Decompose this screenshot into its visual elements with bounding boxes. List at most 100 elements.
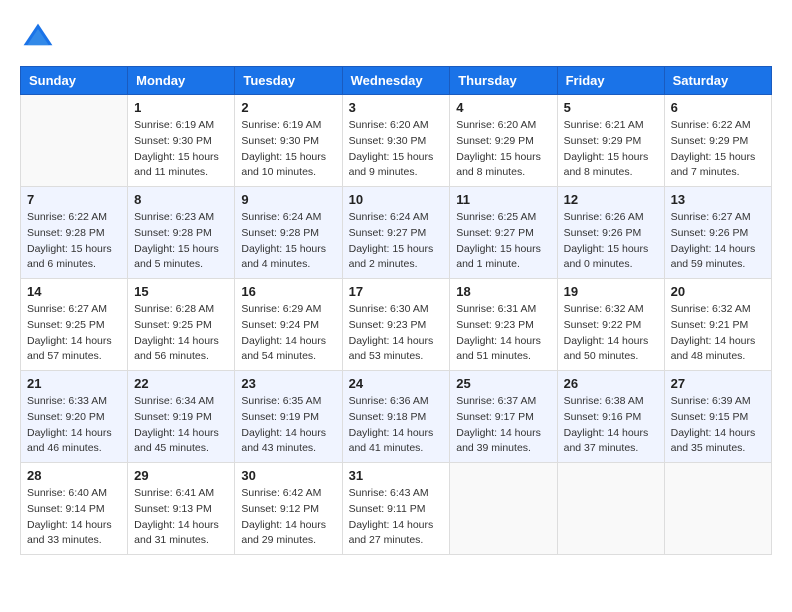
day-number: 12: [564, 192, 658, 207]
calendar-week-row: 1Sunrise: 6:19 AMSunset: 9:30 PMDaylight…: [21, 95, 772, 187]
calendar-cell: 9 Sunrise: 6:24 AMSunset: 9:28 PMDaylight…: [235, 187, 342, 279]
day-number: 14: [27, 284, 121, 299]
weekday-header: Friday: [557, 67, 664, 95]
calendar-cell: 24 Sunrise: 6:36 AMSunset: 9:18 PMDayligh…: [342, 371, 450, 463]
weekday-header: Monday: [128, 67, 235, 95]
day-info: Sunrise: 6:39 AMSunset: 9:15 PMDaylight:…: [671, 394, 765, 457]
calendar-cell: [557, 463, 664, 555]
calendar-cell: 26 Sunrise: 6:38 AMSunset: 9:16 PMDayligh…: [557, 371, 664, 463]
day-number: 8: [134, 192, 228, 207]
calendar-cell: 29Sunrise: 6:41 AMSunset: 9:13 PMDayligh…: [128, 463, 235, 555]
day-info: Sunrise: 6:24 AMSunset: 9:28 PMDaylight:…: [241, 210, 335, 273]
day-info: Sunrise: 6:20 AMSunset: 9:30 PMDaylight:…: [349, 118, 444, 181]
day-info: Sunrise: 6:27 AMSunset: 9:26 PMDaylight:…: [671, 210, 765, 273]
weekday-header: Sunday: [21, 67, 128, 95]
calendar-cell: 6 Sunrise: 6:22 AMSunset: 9:29 PMDaylight…: [664, 95, 771, 187]
calendar-cell: 16 Sunrise: 6:29 AMSunset: 9:24 PMDayligh…: [235, 279, 342, 371]
calendar-cell: 23Sunrise: 6:35 AMSunset: 9:19 PMDayligh…: [235, 371, 342, 463]
day-info: Sunrise: 6:20 AMSunset: 9:29 PMDaylight:…: [456, 118, 550, 181]
calendar-week-row: 14Sunrise: 6:27 AMSunset: 9:25 PMDayligh…: [21, 279, 772, 371]
day-number: 27: [671, 376, 765, 391]
calendar-cell: 2 Sunrise: 6:19 AMSunset: 9:30 PMDaylight…: [235, 95, 342, 187]
day-number: 25: [456, 376, 550, 391]
day-info: Sunrise: 6:34 AMSunset: 9:19 PMDaylight:…: [134, 394, 228, 457]
day-info: Sunrise: 6:38 AMSunset: 9:16 PMDaylight:…: [564, 394, 658, 457]
day-number: 20: [671, 284, 765, 299]
day-info: Sunrise: 6:23 AMSunset: 9:28 PMDaylight:…: [134, 210, 228, 273]
calendar-cell: 17 Sunrise: 6:30 AMSunset: 9:23 PMDayligh…: [342, 279, 450, 371]
calendar-cell: 8 Sunrise: 6:23 AMSunset: 9:28 PMDaylight…: [128, 187, 235, 279]
day-info: Sunrise: 6:22 AMSunset: 9:29 PMDaylight:…: [671, 118, 765, 181]
page-header: [20, 20, 772, 56]
calendar-cell: 25 Sunrise: 6:37 AMSunset: 9:17 PMDayligh…: [450, 371, 557, 463]
day-info: Sunrise: 6:40 AMSunset: 9:14 PMDaylight:…: [27, 486, 121, 549]
day-info: Sunrise: 6:22 AMSunset: 9:28 PMDaylight:…: [27, 210, 121, 273]
calendar-cell: 12 Sunrise: 6:26 AMSunset: 9:26 PMDayligh…: [557, 187, 664, 279]
calendar-cell: 14Sunrise: 6:27 AMSunset: 9:25 PMDayligh…: [21, 279, 128, 371]
day-info: Sunrise: 6:28 AMSunset: 9:25 PMDaylight:…: [134, 302, 228, 365]
day-number: 28: [27, 468, 121, 483]
calendar-header-row: SundayMondayTuesdayWednesdayThursdayFrid…: [21, 67, 772, 95]
calendar-cell: [21, 95, 128, 187]
calendar-week-row: 7 Sunrise: 6:22 AMSunset: 9:28 PMDaylight…: [21, 187, 772, 279]
weekday-header: Wednesday: [342, 67, 450, 95]
day-number: 3: [349, 100, 444, 115]
calendar-cell: 11 Sunrise: 6:25 AMSunset: 9:27 PMDayligh…: [450, 187, 557, 279]
calendar-cell: 22Sunrise: 6:34 AMSunset: 9:19 PMDayligh…: [128, 371, 235, 463]
calendar-cell: [664, 463, 771, 555]
day-number: 29: [134, 468, 228, 483]
day-info: Sunrise: 6:30 AMSunset: 9:23 PMDaylight:…: [349, 302, 444, 365]
calendar-cell: 10Sunrise: 6:24 AMSunset: 9:27 PMDayligh…: [342, 187, 450, 279]
calendar-cell: 28 Sunrise: 6:40 AMSunset: 9:14 PMDayligh…: [21, 463, 128, 555]
calendar-cell: 19 Sunrise: 6:32 AMSunset: 9:22 PMDayligh…: [557, 279, 664, 371]
day-info: Sunrise: 6:26 AMSunset: 9:26 PMDaylight:…: [564, 210, 658, 273]
day-number: 2: [241, 100, 335, 115]
day-number: 6: [671, 100, 765, 115]
day-number: 9: [241, 192, 335, 207]
day-info: Sunrise: 6:19 AMSunset: 9:30 PMDaylight:…: [241, 118, 335, 181]
calendar-cell: 4 Sunrise: 6:20 AMSunset: 9:29 PMDaylight…: [450, 95, 557, 187]
day-number: 19: [564, 284, 658, 299]
day-number: 13: [671, 192, 765, 207]
day-number: 17: [349, 284, 444, 299]
day-info: Sunrise: 6:33 AMSunset: 9:20 PMDaylight:…: [27, 394, 121, 457]
day-number: 16: [241, 284, 335, 299]
day-number: 31: [349, 468, 444, 483]
day-number: 23: [241, 376, 335, 391]
day-number: 15: [134, 284, 228, 299]
logo-icon: [20, 20, 56, 56]
calendar-cell: 3 Sunrise: 6:20 AMSunset: 9:30 PMDaylight…: [342, 95, 450, 187]
day-number: 24: [349, 376, 444, 391]
calendar-cell: 18Sunrise: 6:31 AMSunset: 9:23 PMDayligh…: [450, 279, 557, 371]
day-info: Sunrise: 6:24 AMSunset: 9:27 PMDaylight:…: [349, 210, 444, 273]
day-info: Sunrise: 6:19 AMSunset: 9:30 PMDaylight:…: [134, 118, 228, 181]
day-info: Sunrise: 6:36 AMSunset: 9:18 PMDaylight:…: [349, 394, 444, 457]
day-info: Sunrise: 6:37 AMSunset: 9:17 PMDaylight:…: [456, 394, 550, 457]
day-info: Sunrise: 6:43 AMSunset: 9:11 PMDaylight:…: [349, 486, 444, 549]
day-info: Sunrise: 6:25 AMSunset: 9:27 PMDaylight:…: [456, 210, 550, 273]
day-number: 7: [27, 192, 121, 207]
weekday-header: Saturday: [664, 67, 771, 95]
calendar-cell: 31 Sunrise: 6:43 AMSunset: 9:11 PMDayligh…: [342, 463, 450, 555]
calendar-cell: 13 Sunrise: 6:27 AMSunset: 9:26 PMDayligh…: [664, 187, 771, 279]
calendar-cell: 27 Sunrise: 6:39 AMSunset: 9:15 PMDayligh…: [664, 371, 771, 463]
calendar-cell: 20Sunrise: 6:32 AMSunset: 9:21 PMDayligh…: [664, 279, 771, 371]
calendar-cell: 7 Sunrise: 6:22 AMSunset: 9:28 PMDaylight…: [21, 187, 128, 279]
calendar-cell: 15 Sunrise: 6:28 AMSunset: 9:25 PMDayligh…: [128, 279, 235, 371]
day-number: 11: [456, 192, 550, 207]
calendar-week-row: 28 Sunrise: 6:40 AMSunset: 9:14 PMDayligh…: [21, 463, 772, 555]
day-info: Sunrise: 6:32 AMSunset: 9:22 PMDaylight:…: [564, 302, 658, 365]
day-number: 4: [456, 100, 550, 115]
day-number: 5: [564, 100, 658, 115]
day-info: Sunrise: 6:29 AMSunset: 9:24 PMDaylight:…: [241, 302, 335, 365]
day-info: Sunrise: 6:42 AMSunset: 9:12 PMDaylight:…: [241, 486, 335, 549]
calendar-cell: [450, 463, 557, 555]
calendar-cell: 1Sunrise: 6:19 AMSunset: 9:30 PMDaylight…: [128, 95, 235, 187]
calendar-cell: 5Sunrise: 6:21 AMSunset: 9:29 PMDaylight…: [557, 95, 664, 187]
day-number: 30: [241, 468, 335, 483]
day-info: Sunrise: 6:31 AMSunset: 9:23 PMDaylight:…: [456, 302, 550, 365]
day-number: 26: [564, 376, 658, 391]
logo: [20, 20, 60, 56]
calendar-cell: 21 Sunrise: 6:33 AMSunset: 9:20 PMDayligh…: [21, 371, 128, 463]
day-number: 21: [27, 376, 121, 391]
